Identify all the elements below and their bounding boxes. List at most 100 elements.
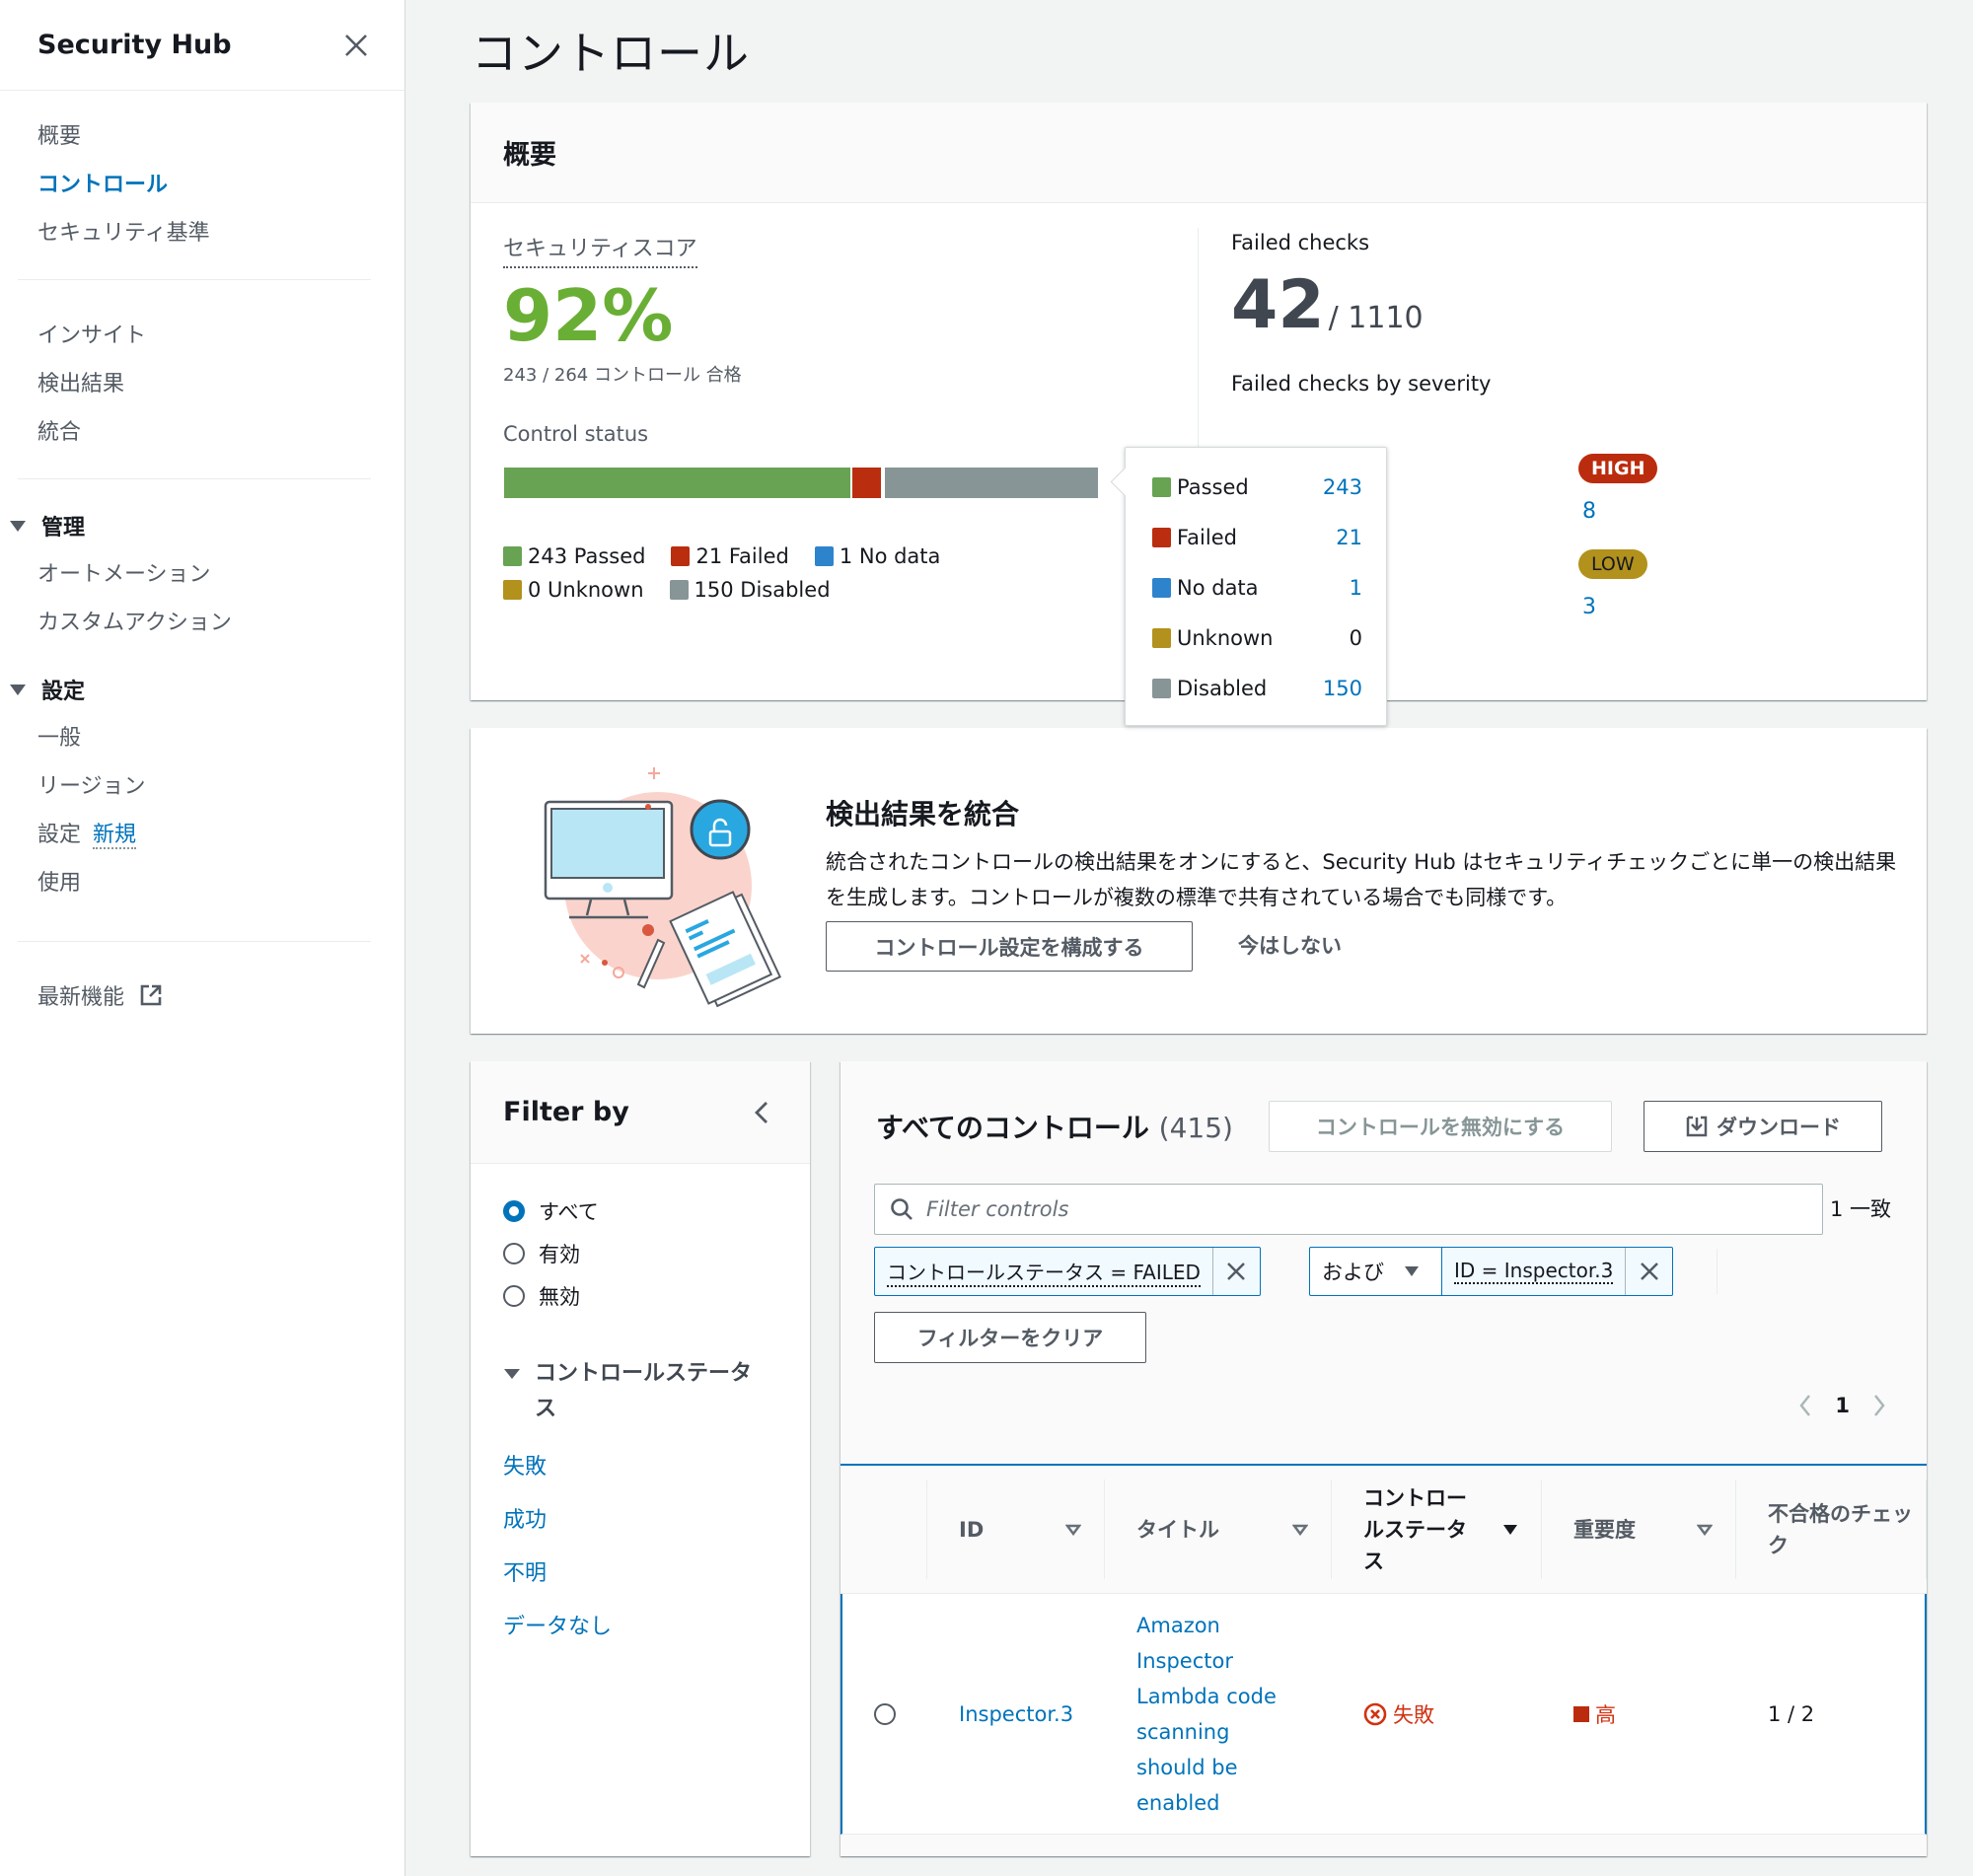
consolidation-banner: 検出結果を統合 統合されたコントロールの検出結果をオンにすると、Security… bbox=[471, 728, 1927, 1034]
radio-label: すべて bbox=[539, 1199, 599, 1224]
sort-icon bbox=[1292, 1524, 1308, 1536]
status-bar-segment-failed[interactable] bbox=[852, 468, 883, 498]
sidebar-item-controls[interactable]: コントロール bbox=[0, 161, 404, 209]
chevron-right-icon[interactable] bbox=[1871, 1393, 1887, 1418]
row-radio[interactable] bbox=[874, 1702, 896, 1725]
radio-all[interactable]: すべて bbox=[503, 1190, 810, 1232]
sidebar-item-insights[interactable]: インサイト bbox=[0, 312, 404, 360]
control-id-link[interactable]: Inspector.3 bbox=[959, 1702, 1073, 1726]
control-status-popover: Passed 243 Failed 21 No data 1 Unknown 0… bbox=[1125, 447, 1387, 726]
filter-token-status: コントロールステータス = FAILED bbox=[874, 1247, 1261, 1296]
not-now-link[interactable]: 今はしない bbox=[1238, 921, 1342, 972]
column-header-control-status[interactable]: コントロールステータス bbox=[1332, 1466, 1542, 1593]
legend-passed: 243 Passed bbox=[503, 544, 645, 568]
filter-controls-search[interactable] bbox=[874, 1184, 1823, 1235]
control-title-link[interactable]: Amazon Inspector Lambda code scanning sh… bbox=[1136, 1608, 1284, 1821]
severity-list: HIGH 8 LOW 3 bbox=[1578, 454, 1658, 645]
radio-disabled[interactable]: 無効 bbox=[503, 1274, 810, 1317]
popover-value-link[interactable]: 150 bbox=[1323, 677, 1362, 700]
close-icon[interactable] bbox=[341, 31, 371, 60]
status-bar-segment-passed[interactable] bbox=[504, 468, 853, 498]
remove-token-button[interactable] bbox=[1625, 1248, 1672, 1295]
controls-table-title: すべてのコントロール (415) bbox=[876, 1107, 1233, 1146]
sidebar-item-general[interactable]: 一般 bbox=[0, 714, 404, 762]
legend-row: 243 Passed 21 Failed 1 No data bbox=[503, 544, 1016, 568]
control-status-bar[interactable] bbox=[504, 468, 1100, 498]
radio-enabled[interactable]: 有効 bbox=[503, 1232, 810, 1274]
radio-button[interactable] bbox=[503, 1199, 525, 1222]
filter-link-failed[interactable]: 失敗 bbox=[503, 1449, 810, 1480]
close-icon bbox=[1227, 1263, 1246, 1280]
page-number[interactable]: 1 bbox=[1835, 1394, 1850, 1417]
popover-value-link[interactable]: 21 bbox=[1336, 526, 1362, 549]
control-status-legend: 243 Passed 21 Failed 1 No data 0 Unknown… bbox=[503, 544, 1016, 612]
token-text: ID = Inspector.3 bbox=[1454, 1259, 1614, 1284]
disable-control-button[interactable]: コントロールを無効にする bbox=[1269, 1101, 1612, 1152]
filter-panel-header: Filter by bbox=[471, 1061, 810, 1164]
table-row[interactable]: Inspector.3 Amazon Inspector Lambda code… bbox=[840, 1594, 1927, 1835]
sidebar-item-findings[interactable]: 検出結果 bbox=[0, 360, 404, 408]
popover-value: 0 bbox=[1349, 625, 1362, 650]
chevron-left-icon[interactable] bbox=[751, 1098, 772, 1127]
clear-filters-button[interactable]: フィルターをクリア bbox=[874, 1312, 1146, 1363]
column-label: 重要度 bbox=[1573, 1517, 1636, 1542]
page-title: コントロール bbox=[472, 27, 750, 80]
filter-link-no-data[interactable]: データなし bbox=[503, 1609, 810, 1640]
sidebar-group-management: 管理 オートメーション カスタムアクション bbox=[0, 479, 404, 647]
failed-checks-label: Failed checks bbox=[1231, 231, 1370, 254]
table-title-text: すべてのコントロール bbox=[876, 1112, 1149, 1144]
service-title[interactable]: Security Hub bbox=[37, 30, 232, 60]
sidebar-item-integrations[interactable]: 統合 bbox=[0, 408, 404, 457]
new-badge[interactable]: 新規 bbox=[93, 823, 137, 849]
sidebar-item-automations[interactable]: オートメーション bbox=[0, 550, 404, 599]
token-text: コントロールステータス = FAILED bbox=[887, 1257, 1201, 1287]
row-failed-checks-cell: 1 / 2 bbox=[1736, 1702, 1924, 1726]
security-score-section: セキュリティスコア 92% 243 / 264 コントロール 合格 Contro… bbox=[503, 231, 1095, 446]
filter-controls-input[interactable] bbox=[926, 1197, 1822, 1221]
popover-value-link[interactable]: 1 bbox=[1350, 576, 1362, 600]
row-status-cell: 失敗 bbox=[1332, 1699, 1542, 1729]
search-icon bbox=[891, 1198, 913, 1220]
download-button[interactable]: ダウンロード bbox=[1644, 1101, 1882, 1152]
sidebar-item-usage[interactable]: 使用 bbox=[0, 859, 404, 907]
token-label[interactable]: コントロールステータス = FAILED bbox=[875, 1248, 1212, 1295]
radio-button[interactable] bbox=[503, 1284, 525, 1307]
operator-select[interactable]: および bbox=[1309, 1247, 1441, 1296]
legend-no-data: 1 No data bbox=[814, 544, 940, 568]
sidebar-item-whats-new[interactable]: 最新機能 bbox=[0, 974, 404, 1022]
severity-count-low[interactable]: 3 bbox=[1582, 595, 1657, 619]
chevron-left-icon[interactable] bbox=[1797, 1393, 1813, 1418]
column-header-title[interactable]: タイトル bbox=[1105, 1466, 1332, 1593]
column-header-id[interactable]: ID bbox=[927, 1466, 1105, 1593]
popover-row-passed: Passed 243 bbox=[1152, 462, 1362, 512]
sidebar-item-label: 最新機能 bbox=[37, 985, 125, 1010]
severity-high-icon bbox=[1573, 1705, 1589, 1722]
security-score-label[interactable]: セキュリティスコア bbox=[503, 231, 697, 268]
column-header-severity[interactable]: 重要度 bbox=[1542, 1466, 1736, 1593]
sidebar-item-configuration[interactable]: 設定 新規 bbox=[0, 811, 404, 859]
section-label: 管理 bbox=[41, 516, 86, 541]
download-label: ダウンロード bbox=[1717, 1117, 1841, 1139]
filter-panel: Filter by すべて 有効 無効 コントロールステータス 失敗 成功 不明… bbox=[471, 1061, 810, 1856]
radio-label: 有効 bbox=[539, 1242, 580, 1266]
token-label[interactable]: ID = Inspector.3 bbox=[1442, 1248, 1625, 1295]
legend-label: 243 Passed bbox=[528, 544, 646, 568]
configure-control-settings-button[interactable]: コントロール設定を構成する bbox=[826, 921, 1193, 972]
severity-count-high[interactable]: 8 bbox=[1582, 499, 1657, 524]
sidebar-item-security-standards[interactable]: セキュリティ基準 bbox=[0, 209, 404, 257]
caret-down-icon bbox=[10, 685, 26, 695]
filter-link-unknown[interactable]: 不明 bbox=[503, 1555, 810, 1587]
sidebar-item-custom-actions[interactable]: カスタムアクション bbox=[0, 599, 404, 647]
remove-token-button[interactable] bbox=[1211, 1248, 1260, 1295]
sidebar-item-summary[interactable]: 概要 bbox=[0, 112, 404, 161]
filter-link-passed[interactable]: 成功 bbox=[503, 1502, 810, 1534]
control-status-filter-section[interactable]: コントロールステータス bbox=[503, 1356, 810, 1427]
caret-down-icon bbox=[10, 521, 26, 532]
sidebar-section-management[interactable]: 管理 bbox=[0, 501, 404, 550]
swatch-passed bbox=[1152, 476, 1171, 497]
radio-button[interactable] bbox=[503, 1242, 525, 1264]
sidebar-section-settings[interactable]: 設定 bbox=[0, 665, 404, 714]
popover-value-link[interactable]: 243 bbox=[1323, 475, 1362, 499]
status-bar-segment-disabled[interactable] bbox=[884, 468, 1100, 498]
sidebar-item-regions[interactable]: リージョン bbox=[0, 762, 404, 811]
